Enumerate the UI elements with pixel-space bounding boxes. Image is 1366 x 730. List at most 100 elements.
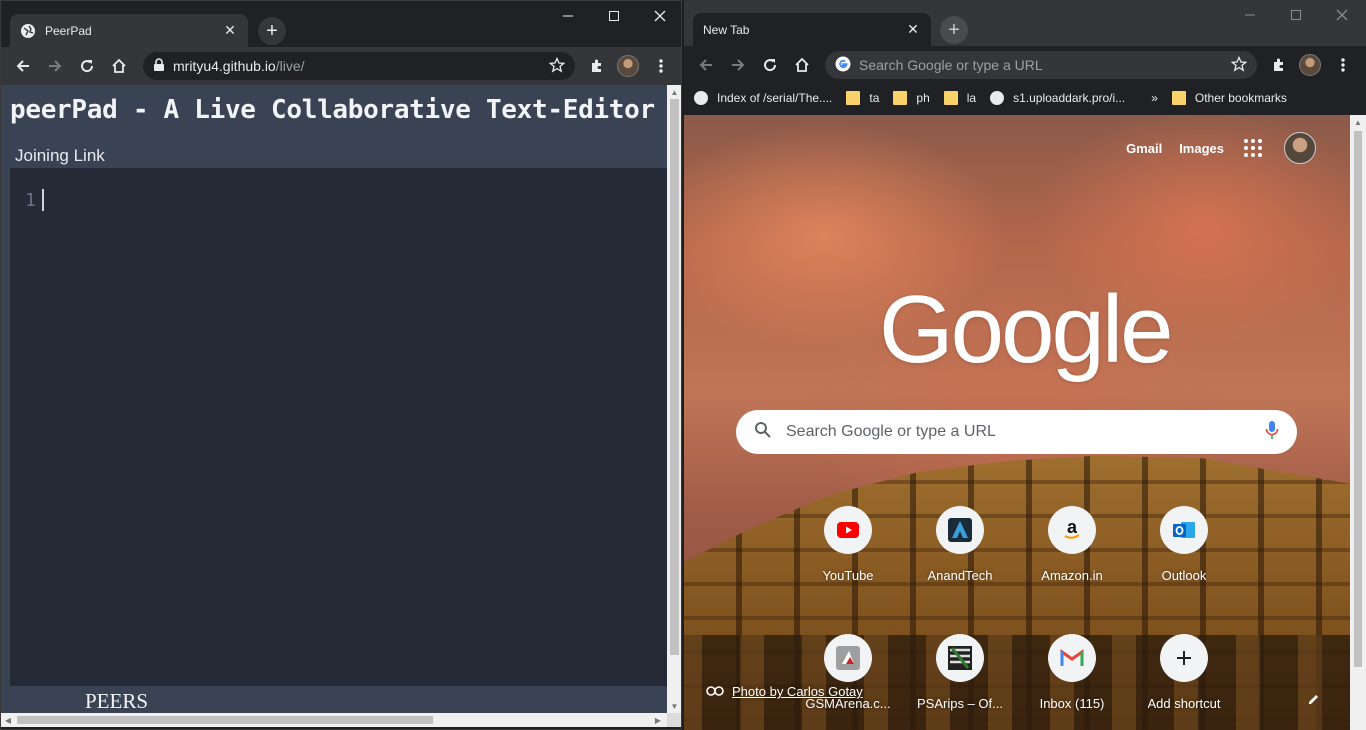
shortcut-gsmarena[interactable]: GSMArena.c...: [792, 634, 904, 730]
microphone-icon[interactable]: [1265, 420, 1279, 445]
text-caret: [42, 189, 44, 211]
search-placeholder: Search Google or type a URL: [786, 423, 996, 440]
search-box[interactable]: Search Google or type a URL: [736, 410, 1297, 454]
apps-grid-icon[interactable]: [1244, 139, 1262, 157]
home-icon[interactable]: [103, 50, 135, 82]
url-text: mrityu4.github.io/live/: [173, 58, 305, 74]
forward-icon[interactable]: [39, 50, 71, 82]
peerpad-page: peerPad - A Live Collaborative Text-Edit…: [1, 85, 667, 713]
tab-peerpad[interactable]: PeerPad ✕: [10, 14, 248, 47]
text-editor[interactable]: 1: [10, 168, 667, 686]
new-tab-button[interactable]: +: [940, 16, 968, 44]
folder-icon: [893, 91, 908, 105]
bookmark-item[interactable]: la: [943, 91, 976, 105]
link-icon: [706, 684, 724, 699]
shortcut-amazon[interactable]: a Amazon.in: [1016, 506, 1128, 616]
bookmark-item[interactable]: Index of /serial/The....: [694, 91, 832, 105]
shortcut-label: Add shortcut: [1147, 696, 1221, 711]
new-tab-page: Gmail Images Google Search Google or typ…: [684, 115, 1350, 730]
add-shortcut-button[interactable]: Add shortcut: [1128, 634, 1240, 730]
reload-icon[interactable]: [71, 50, 103, 82]
new-tab-button[interactable]: +: [258, 17, 286, 45]
scrollbar-thumb[interactable]: [670, 99, 679, 655]
scroll-left-icon[interactable]: ◀: [1, 713, 15, 727]
shortcut-psarips[interactable]: PSArips – Of...: [904, 634, 1016, 730]
outlook-icon: [1160, 506, 1208, 554]
minimize-icon[interactable]: [545, 5, 591, 27]
tab-title: PeerPad: [45, 23, 92, 38]
search-icon: [754, 421, 772, 444]
extensions-icon[interactable]: [581, 50, 613, 82]
bookmarks-bar: Index of /serial/The.... ta ph la s1.upl…: [684, 84, 1366, 112]
close-window-icon[interactable]: [637, 5, 681, 27]
back-icon[interactable]: [690, 49, 722, 81]
other-bookmarks[interactable]: Other bookmarks: [1171, 91, 1287, 105]
bookmark-star-icon[interactable]: [548, 56, 566, 76]
toolbar: Search Google or type a URL: [684, 46, 1366, 84]
account-avatar[interactable]: [1284, 132, 1316, 164]
shortcut-anandtech[interactable]: AnandTech: [904, 506, 1016, 616]
amazon-icon: a: [1048, 506, 1096, 554]
profile-avatar[interactable]: [612, 50, 644, 82]
joining-link[interactable]: Joining Link: [15, 146, 105, 166]
back-icon[interactable]: [7, 50, 39, 82]
google-g-icon: [835, 56, 851, 75]
close-tab-icon[interactable]: ✕: [222, 22, 238, 39]
vertical-scrollbar[interactable]: ▲ ▼: [667, 85, 681, 713]
globe-icon: [990, 91, 1005, 105]
tab-title: New Tab: [703, 22, 750, 37]
photo-credit[interactable]: Photo by Carlos Gotay: [706, 684, 863, 699]
address-bar[interactable]: mrityu4.github.io/live/: [143, 52, 575, 80]
bookmark-item[interactable]: ta: [846, 91, 879, 105]
plus-icon: [1160, 634, 1208, 682]
extensions-icon[interactable]: [1263, 49, 1295, 81]
shortcut-label: Amazon.in: [1041, 568, 1103, 583]
shortcut-inbox[interactable]: Inbox (115): [1016, 634, 1128, 730]
profile-avatar[interactable]: [1294, 49, 1326, 81]
shortcut-label: YouTube: [822, 568, 874, 583]
folder-icon: [846, 91, 861, 105]
shortcut-label: AnandTech: [927, 568, 993, 583]
scroll-right-icon[interactable]: ▶: [651, 713, 665, 727]
maximize-icon[interactable]: [591, 5, 637, 27]
scroll-down-icon[interactable]: ▼: [667, 699, 681, 713]
folder-icon: [943, 91, 958, 105]
photo-credit-text: Photo by Carlos Gotay: [732, 684, 863, 699]
shortcut-label: PSArips – Of...: [917, 696, 1003, 711]
horizontal-scrollbar[interactable]: ◀ ▶: [1, 713, 667, 727]
menu-icon[interactable]: [1327, 49, 1359, 81]
bookmark-star-icon[interactable]: [1230, 55, 1248, 75]
bookmark-item[interactable]: ph: [893, 91, 930, 105]
home-icon[interactable]: [786, 49, 818, 81]
scroll-up-icon[interactable]: ▲: [667, 85, 681, 99]
browser-window-newtab: New Tab ✕ + Search Google or type a URL …: [684, 0, 1366, 730]
address-bar[interactable]: Search Google or type a URL: [825, 51, 1257, 79]
tab-new-tab[interactable]: New Tab ✕: [693, 13, 931, 46]
scrollbar-thumb[interactable]: [1354, 131, 1362, 667]
scroll-up-icon[interactable]: ▲: [1350, 115, 1366, 129]
forward-icon[interactable]: [722, 49, 754, 81]
google-logo: Google: [879, 276, 1174, 383]
shortcut-youtube[interactable]: YouTube: [792, 506, 904, 616]
vertical-scrollbar[interactable]: ▲: [1350, 115, 1366, 730]
toolbar: mrityu4.github.io/live/: [1, 47, 681, 85]
scrollbar-corner: [667, 713, 681, 727]
shortcut-label: Inbox (115): [1039, 696, 1105, 711]
youtube-icon: [824, 506, 872, 554]
gsmarena-icon: [824, 634, 872, 682]
lock-icon: [153, 57, 165, 75]
scrollbar-thumb[interactable]: [17, 716, 433, 724]
close-tab-icon[interactable]: ✕: [905, 21, 921, 38]
line-number: 1: [25, 190, 36, 211]
bookmarks-overflow-chevron[interactable]: »: [1151, 91, 1158, 105]
images-link[interactable]: Images: [1179, 141, 1224, 156]
shortcut-outlook[interactable]: Outlook: [1128, 506, 1240, 616]
close-window-icon[interactable]: [1319, 4, 1365, 26]
customize-pencil-icon[interactable]: [1298, 683, 1330, 715]
reload-icon[interactable]: [754, 49, 786, 81]
menu-icon[interactable]: [645, 50, 677, 82]
maximize-icon[interactable]: [1273, 4, 1319, 26]
bookmark-item[interactable]: s1.uploaddark.pro/i...: [990, 91, 1125, 105]
minimize-icon[interactable]: [1227, 4, 1273, 26]
gmail-link[interactable]: Gmail: [1126, 141, 1162, 156]
